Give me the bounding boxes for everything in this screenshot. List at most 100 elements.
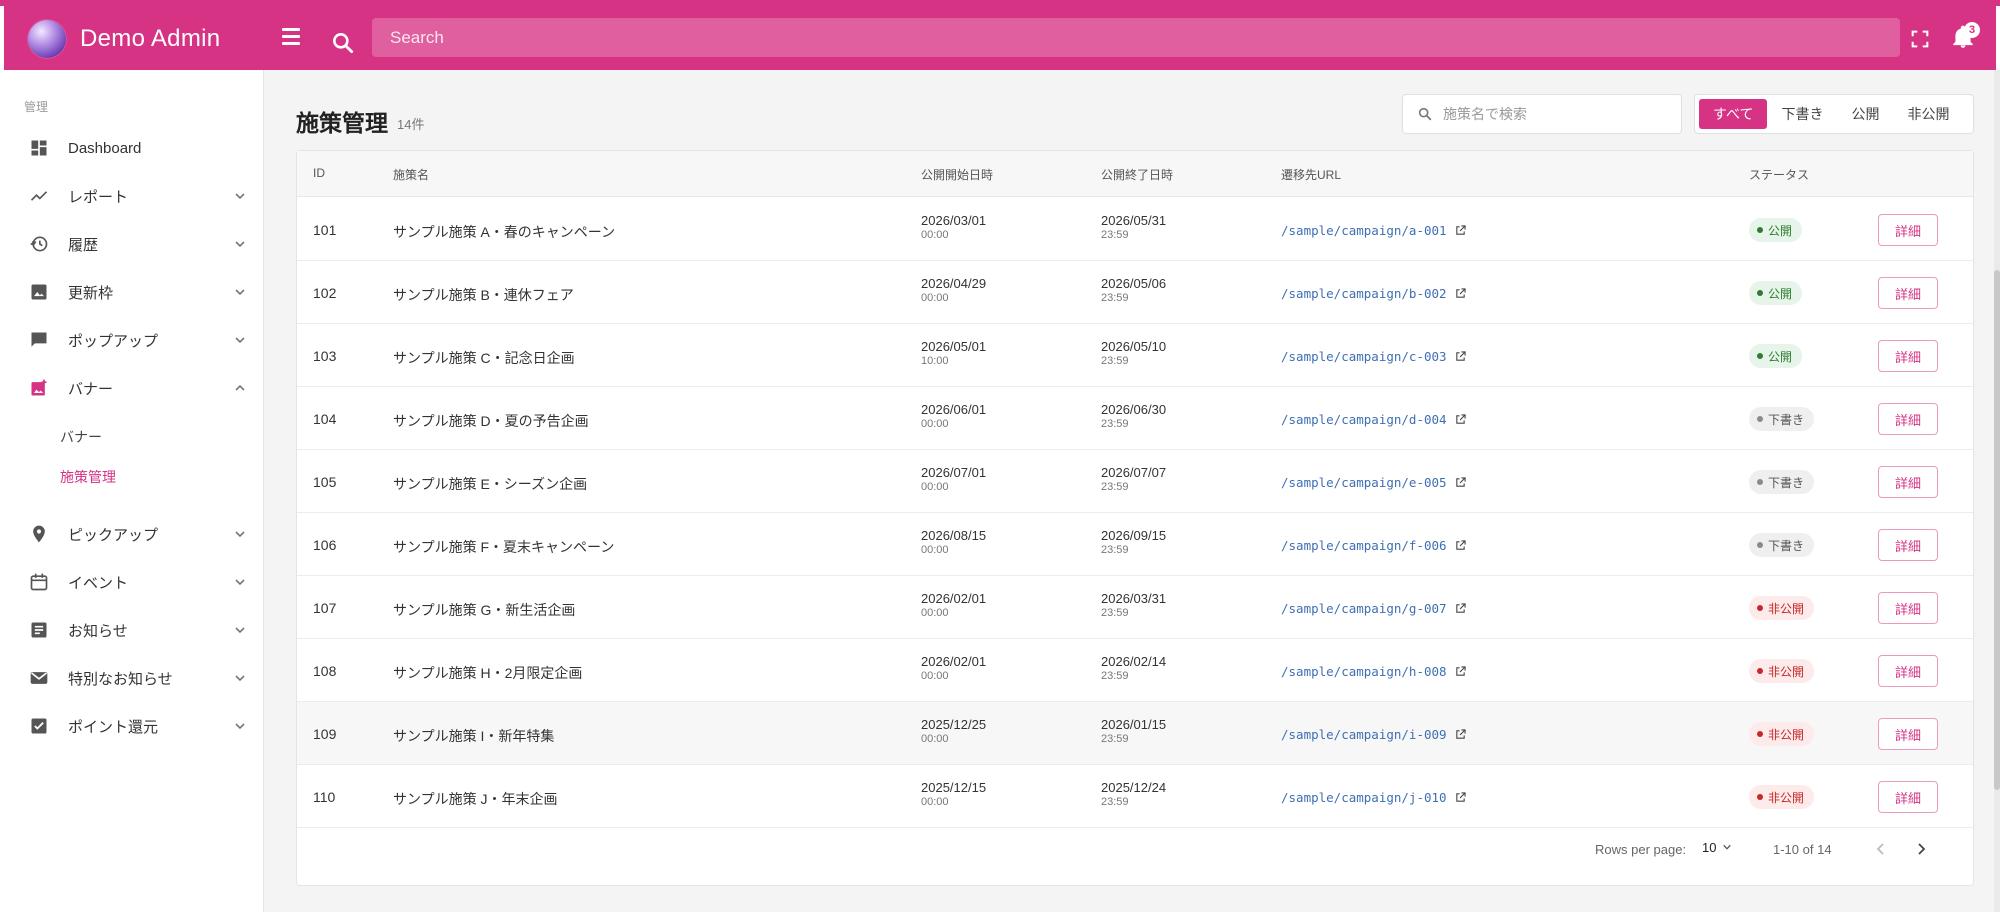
cell-start: 2025/12/25 00:00 — [921, 717, 986, 746]
sidebar-item-calendar[interactable]: イベント — [4, 560, 264, 604]
table-row[interactable]: 101 サンプル施策 A・春のキャンペーン 2026/03/01 00:00 2026/… — [297, 198, 1973, 261]
detail-button[interactable]: 詳細 — [1878, 214, 1938, 246]
detail-button[interactable]: 詳細 — [1878, 592, 1938, 624]
destination-link[interactable]: /sample/campaign/h-008 — [1281, 664, 1466, 679]
column-header-id: ID — [313, 166, 325, 180]
destination-link[interactable]: /sample/campaign/j-010 — [1281, 790, 1466, 805]
sidebar-item-article[interactable]: お知らせ — [4, 608, 264, 652]
status-label: 下書き — [1768, 475, 1805, 490]
destination-link[interactable]: /sample/campaign/f-006 — [1281, 538, 1466, 553]
destination-link[interactable]: /sample/campaign/i-009 — [1281, 727, 1466, 742]
cell-start: 2026/06/01 00:00 — [921, 402, 986, 431]
external-link-icon — [1455, 666, 1466, 676]
sidebar: 管理 Dashboard レポート 履歴 更新枠 ポップアップ バナー ピックアップ イベント… — [4, 70, 264, 912]
start-date: 2026/06/01 — [921, 402, 987, 417]
sidebar-item-pin[interactable]: ピックアップ — [4, 512, 264, 556]
detail-button[interactable]: 詳細 — [1878, 340, 1938, 372]
campaign-search-input[interactable] — [1443, 95, 1673, 133]
sidebar-heading: 管理 — [24, 100, 49, 114]
sidebar-item-banner[interactable]: バナー — [4, 366, 264, 410]
next-page-icon[interactable] — [1913, 841, 1929, 857]
table-row[interactable]: 102 サンプル施策 B・連休フェア 2026/04/29 00:00 2026/05/… — [297, 261, 1973, 324]
detail-button[interactable]: 詳細 — [1878, 403, 1938, 435]
fullscreen-icon[interactable] — [1909, 28, 1931, 50]
campaign-search[interactable] — [1402, 94, 1682, 134]
status-dot — [1757, 290, 1763, 296]
table-row[interactable]: 105 サンプル施策 E・シーズン企画 2026/07/01 00:00 2026/07… — [297, 450, 1973, 513]
start-time: 00:00 — [921, 229, 949, 241]
search-icon[interactable] — [330, 30, 356, 56]
main-content: 施策管理 14件 すべて 下書き 公開 非公開 ID 施策名 公開開始日時 公開… — [264, 70, 1996, 912]
table-row[interactable]: 106 サンプル施策 F・夏末キャンペーン 2026/08/15 00:00 2026/… — [297, 513, 1973, 576]
table-row[interactable]: 104 サンプル施策 D・夏の予告企画 2026/06/01 00:00 2026/06… — [297, 387, 1973, 450]
detail-button[interactable]: 詳細 — [1878, 529, 1938, 561]
filter-published[interactable]: 公開 — [1837, 99, 1893, 129]
status-dot — [1757, 731, 1763, 737]
page-scrollbar[interactable] — [1994, 70, 2000, 912]
table-row[interactable]: 108 サンプル施策 H・2月限定企画 2026/02/01 00:00 2026/02… — [297, 639, 1973, 702]
detail-button[interactable]: 詳細 — [1878, 781, 1938, 813]
sidebar-item-mail[interactable]: 特別なお知らせ — [4, 656, 264, 700]
detail-button[interactable]: 詳細 — [1878, 466, 1938, 498]
filter-all[interactable]: すべて — [1699, 99, 1768, 129]
sidebar-item-dashboard[interactable]: Dashboard — [4, 126, 264, 170]
sidebar-item-history[interactable]: 履歴 — [4, 222, 264, 266]
sidebar-item-chat[interactable]: ポップアップ — [4, 318, 264, 362]
sidebar-subitem-campaign[interactable]: 施策管理 — [60, 467, 116, 487]
previous-page-icon[interactable] — [1873, 841, 1889, 857]
sidebar-item-image[interactable]: 更新枠 — [4, 270, 264, 314]
status-label: 公開 — [1768, 286, 1793, 301]
chevron-down-icon — [235, 193, 245, 200]
table-row[interactable]: 109 サンプル施策 I・新年特集 2025/12/25 00:00 2026/01/1… — [297, 702, 1973, 765]
sidebar-item-trending[interactable]: レポート — [4, 174, 264, 218]
search-icon — [1418, 107, 1432, 121]
end-date: 2026/01/15 — [1101, 717, 1167, 732]
global-search-input[interactable] — [372, 18, 1900, 57]
sidebar-subitem-banner[interactable]: バナー — [60, 427, 102, 447]
cell-id: 107 — [313, 600, 337, 616]
table-row[interactable]: 107 サンプル施策 G・新生活企画 2026/02/01 00:00 2026/03/… — [297, 576, 1973, 639]
destination-link[interactable]: /sample/campaign/c-003 — [1281, 349, 1466, 364]
sidebar-item-label: お知らせ — [68, 622, 128, 640]
url-text: /sample/campaign/j-010 — [1281, 790, 1447, 805]
sidebar-item-checkbox[interactable]: ポイント還元 — [4, 704, 264, 748]
chevron-down-icon — [235, 337, 245, 344]
cell-name: サンプル施策 D・夏の予告企画 — [393, 413, 589, 429]
start-time: 00:00 — [921, 796, 949, 808]
detail-button[interactable]: 詳細 — [1878, 655, 1938, 687]
end-time: 23:59 — [1101, 796, 1129, 808]
detail-button[interactable]: 詳細 — [1878, 718, 1938, 750]
table-row[interactable]: 103 サンプル施策 C・記念日企画 2026/05/01 10:00 2026/05/… — [297, 324, 1973, 387]
end-time: 23:59 — [1101, 670, 1129, 682]
history-icon — [28, 233, 50, 255]
cell-end: 2026/01/15 23:59 — [1101, 717, 1166, 746]
start-date: 2026/04/29 — [921, 276, 987, 291]
start-date: 2026/02/01 — [921, 654, 987, 669]
end-time: 23:59 — [1101, 418, 1129, 430]
column-header-end: 公開終了日時 — [1101, 168, 1174, 182]
filter-private[interactable]: 非公開 — [1893, 99, 1963, 129]
filter-draft[interactable]: 下書き — [1767, 99, 1837, 129]
status-dot — [1757, 479, 1763, 485]
rows-per-page-select[interactable]: 10 — [1702, 840, 1732, 855]
start-time: 00:00 — [921, 670, 949, 682]
destination-link[interactable]: /sample/campaign/b-002 — [1281, 286, 1466, 301]
detail-button[interactable]: 詳細 — [1878, 277, 1938, 309]
destination-link[interactable]: /sample/campaign/g-007 — [1281, 601, 1466, 616]
status-dot — [1757, 668, 1763, 674]
dashboard-icon — [28, 137, 50, 159]
cell-name: サンプル施策 G・新生活企画 — [393, 602, 576, 618]
url-text: /sample/campaign/h-008 — [1281, 664, 1447, 679]
cell-end: 2026/05/06 23:59 — [1101, 276, 1166, 305]
sidebar-item-label: 履歴 — [68, 236, 99, 254]
notifications-button[interactable]: 3 — [1950, 22, 1980, 54]
status-label: 公開 — [1768, 223, 1793, 238]
brand[interactable]: Demo Admin — [28, 20, 220, 58]
destination-link[interactable]: /sample/campaign/e-005 — [1281, 475, 1466, 490]
destination-link[interactable]: /sample/campaign/d-004 — [1281, 412, 1466, 427]
scrollbar-thumb[interactable] — [1994, 270, 2000, 790]
table-row[interactable]: 110 サンプル施策 J・年末企画 2025/12/15 00:00 2025/12/2… — [297, 765, 1973, 828]
destination-link[interactable]: /sample/campaign/a-001 — [1281, 223, 1466, 238]
menu-icon[interactable] — [282, 28, 310, 50]
global-search[interactable] — [372, 18, 1900, 57]
